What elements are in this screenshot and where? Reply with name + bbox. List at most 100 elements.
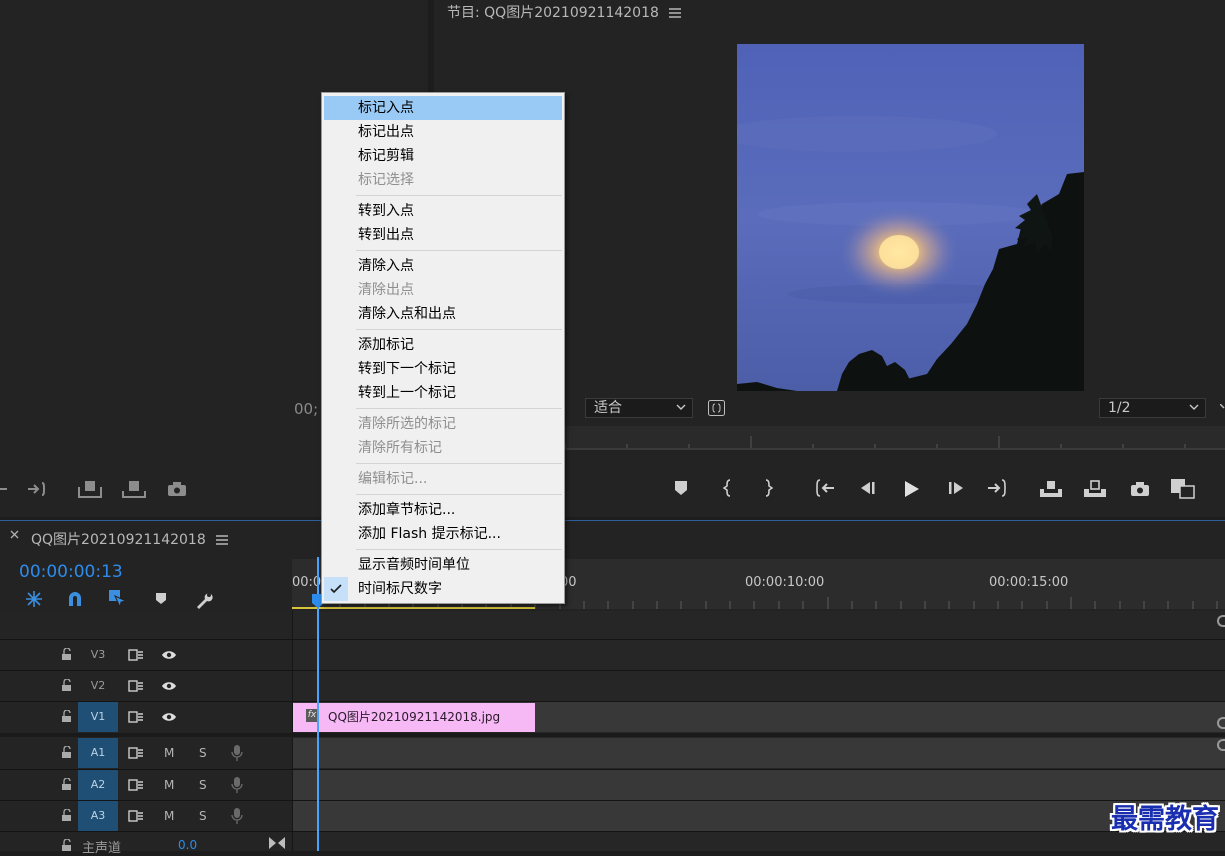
track-v2-label[interactable]: V2 [78,671,118,701]
solo-button[interactable]: S [199,778,207,792]
overwrite-left-icon[interactable] [0,480,20,500]
eye-icon[interactable] [161,650,177,660]
track-v3-label[interactable]: V3 [78,640,118,670]
export-frame-icon[interactable] [167,481,187,497]
menu-item-12[interactable]: 清除所选的标记 [324,412,562,436]
menu-item-2[interactable]: 标记剪辑 [324,144,562,168]
close-icon[interactable] [10,530,19,539]
settings-bracket-icon[interactable] [708,400,726,417]
microphone-icon[interactable] [231,744,243,762]
video-clip[interactable]: fx QQ图片20210921142018.jpg [293,703,535,732]
timeline-timecode[interactable]: 00:00:00:13 [19,562,123,582]
track-v1-label[interactable]: V1 [78,702,118,732]
program-time-ruler[interactable] [564,426,1225,450]
lock-icon[interactable] [61,710,72,723]
add-marker-icon[interactable] [674,480,688,496]
menu-item-18[interactable]: 时间标尺数字 [324,577,562,601]
mute-button[interactable]: M [164,809,174,823]
playback-resolution-select[interactable]: 1/2 [1099,398,1206,418]
lock-icon[interactable] [61,839,72,852]
insert-icon[interactable] [77,479,103,499]
solo-button[interactable]: S [199,809,207,823]
menu-item-11[interactable]: 转到上一个标记 [324,381,562,405]
track-a1: A1 M S [0,738,1225,768]
go-to-out-icon[interactable] [26,479,48,499]
scroll-handle-mid[interactable] [1217,717,1225,729]
program-video-frame [717,44,1084,391]
hamburger-icon[interactable] [669,8,682,18]
microphone-icon[interactable] [231,807,243,825]
lock-icon[interactable] [61,778,72,791]
menu-item-1[interactable]: 标记出点 [324,120,562,144]
export-frame-icon[interactable] [1130,481,1150,497]
watermark-logo: 最需教育 [1111,804,1219,835]
play-icon[interactable] [903,481,919,497]
lift-icon[interactable] [1038,479,1064,499]
menu-item-4[interactable]: 转到入点 [324,199,562,223]
va-divider[interactable] [0,733,1225,737]
lock-icon[interactable] [61,809,72,822]
scroll-handle-top[interactable] [1217,615,1225,627]
menu-item-8[interactable]: 清除入点和出点 [324,302,562,326]
nest-sequence-icon[interactable] [24,589,44,609]
step-forward-icon[interactable] [948,481,966,495]
zoom-fit-select[interactable]: 适合 [585,398,693,418]
sync-lock-icon[interactable] [128,711,144,723]
eye-icon[interactable] [161,712,177,722]
go-to-in-icon[interactable] [814,479,836,497]
menu-item-15[interactable]: 添加章节标记... [324,498,562,522]
mark-in-icon[interactable] [723,479,733,497]
menu-item-3[interactable]: 标记选择 [324,168,562,192]
scroll-handle-audio[interactable] [1217,739,1225,751]
comparison-view-icon[interactable] [1170,478,1196,500]
menu-separator [356,408,562,409]
menu-item-7[interactable]: 清除出点 [324,278,562,302]
step-back-icon[interactable] [858,481,876,495]
timeline-tab[interactable]: QQ图片20210921142018 [31,529,229,549]
wrench-icon[interactable] [194,590,214,610]
lock-icon[interactable] [61,648,72,661]
microphone-icon[interactable] [231,776,243,794]
sync-lock-icon[interactable] [128,747,144,759]
track-master: 主声道 0.0 [0,831,1225,856]
menu-item-10[interactable]: 转到下一个标记 [324,357,562,381]
lock-icon[interactable] [61,746,72,759]
menu-item-9[interactable]: 添加标记 [324,333,562,357]
mark-out-icon[interactable] [763,479,773,497]
add-marker-icon[interactable] [155,592,167,606]
menu-item-14[interactable]: 编辑标记... [324,467,562,491]
program-title[interactable]: 节目: QQ图片20210921142018 [447,2,682,22]
track-a2-label[interactable]: A2 [78,770,118,800]
hamburger-icon[interactable] [216,535,229,545]
extract-icon[interactable] [1082,479,1108,499]
to-end-icon[interactable] [268,836,286,850]
track-a2: A2 M S [0,769,1225,800]
track-a3-label[interactable]: A3 [78,801,118,831]
program-title-text: 节目: QQ图片20210921142018 [447,5,659,21]
sync-lock-icon[interactable] [128,680,144,692]
track-a1-label[interactable]: A1 [78,738,118,768]
menu-item-13[interactable]: 清除所有标记 [324,436,562,460]
track-v3: V3 [0,639,1225,670]
clip-name: QQ图片20210921142018.jpg [328,710,501,724]
menu-item-17[interactable]: 显示音频时间单位 [324,553,562,577]
snap-magnet-icon[interactable] [66,590,84,608]
menu-item-5[interactable]: 转到出点 [324,223,562,247]
menu-item-16[interactable]: 添加 Flash 提示标记... [324,522,562,546]
eye-icon[interactable] [161,681,177,691]
sync-lock-icon[interactable] [128,810,144,822]
go-to-out-icon[interactable] [986,479,1008,497]
track-v1: V1 fx QQ图片20210921142018.jpg [0,701,1225,732]
solo-button[interactable]: S [199,746,207,760]
mute-button[interactable]: M [164,746,174,760]
menu-item-0[interactable]: 标记入点 [324,96,562,120]
lock-icon[interactable] [61,679,72,692]
mute-button[interactable]: M [164,778,174,792]
menu-separator [356,549,562,550]
sync-lock-icon[interactable] [128,649,144,661]
linked-selection-icon[interactable] [108,589,128,609]
sync-lock-icon[interactable] [128,779,144,791]
wrench-icon[interactable] [1220,404,1225,410]
overwrite-icon[interactable] [121,479,147,499]
menu-item-6[interactable]: 清除入点 [324,254,562,278]
